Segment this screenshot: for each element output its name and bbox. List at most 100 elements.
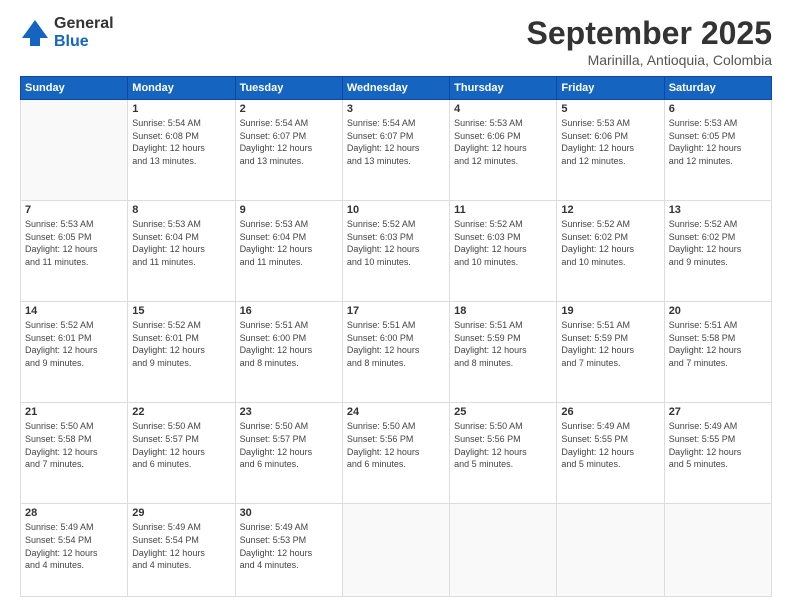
day-info: Sunrise: 5:50 AMSunset: 5:56 PMDaylight:… [347, 420, 445, 470]
col-header-tuesday: Tuesday [235, 77, 342, 100]
calendar-day-cell: 8 Sunrise: 5:53 AMSunset: 6:04 PMDaylight… [128, 201, 235, 302]
day-info: Sunrise: 5:51 AMSunset: 5:59 PMDaylight:… [454, 319, 552, 369]
day-info: Sunrise: 5:49 AMSunset: 5:54 PMDaylight:… [25, 521, 123, 571]
day-info: Sunrise: 5:51 AMSunset: 5:59 PMDaylight:… [561, 319, 659, 369]
calendar-day-cell: 29 Sunrise: 5:49 AMSunset: 5:54 PMDayligh… [128, 504, 235, 597]
day-number: 17 [347, 305, 445, 317]
day-number: 8 [132, 204, 230, 216]
day-number: 20 [669, 305, 767, 317]
day-info: Sunrise: 5:49 AMSunset: 5:53 PMDaylight:… [240, 521, 338, 571]
day-number: 10 [347, 204, 445, 216]
logo-icon [20, 18, 50, 48]
calendar-day-cell: 4 Sunrise: 5:53 AMSunset: 6:06 PMDaylight… [450, 100, 557, 201]
calendar-day-cell: 5 Sunrise: 5:53 AMSunset: 6:06 PMDaylight… [557, 100, 664, 201]
calendar-header-row: SundayMondayTuesdayWednesdayThursdayFrid… [21, 77, 772, 100]
calendar-day-cell: 30 Sunrise: 5:49 AMSunset: 5:53 PMDayligh… [235, 504, 342, 597]
calendar-week-row: 28 Sunrise: 5:49 AMSunset: 5:54 PMDayligh… [21, 504, 772, 597]
day-number: 16 [240, 305, 338, 317]
calendar-day-cell: 25 Sunrise: 5:50 AMSunset: 5:56 PMDayligh… [450, 403, 557, 504]
day-info: Sunrise: 5:50 AMSunset: 5:57 PMDaylight:… [240, 420, 338, 470]
page: General Blue September 2025 Marinilla, A… [0, 0, 792, 612]
day-number: 11 [454, 204, 552, 216]
day-info: Sunrise: 5:49 AMSunset: 5:54 PMDaylight:… [132, 521, 230, 571]
day-number: 5 [561, 103, 659, 115]
calendar-day-cell: 27 Sunrise: 5:49 AMSunset: 5:55 PMDayligh… [664, 403, 771, 504]
day-number: 19 [561, 305, 659, 317]
day-info: Sunrise: 5:51 AMSunset: 6:00 PMDaylight:… [240, 319, 338, 369]
day-info: Sunrise: 5:50 AMSunset: 5:56 PMDaylight:… [454, 420, 552, 470]
day-number: 6 [669, 103, 767, 115]
day-number: 24 [347, 406, 445, 418]
day-info: Sunrise: 5:53 AMSunset: 6:04 PMDaylight:… [240, 218, 338, 268]
logo: General Blue [20, 15, 114, 50]
day-info: Sunrise: 5:49 AMSunset: 5:55 PMDaylight:… [561, 420, 659, 470]
day-info: Sunrise: 5:52 AMSunset: 6:02 PMDaylight:… [669, 218, 767, 268]
calendar-day-cell: 10Sunrise: 5:52 AMSunset: 6:03 PMDayligh… [342, 201, 449, 302]
day-number: 25 [454, 406, 552, 418]
calendar-day-cell: 12Sunrise: 5:52 AMSunset: 6:02 PMDayligh… [557, 201, 664, 302]
col-header-saturday: Saturday [664, 77, 771, 100]
day-number: 2 [240, 103, 338, 115]
day-number: 7 [25, 204, 123, 216]
location-subtitle: Marinilla, Antioquia, Colombia [527, 52, 772, 68]
day-number: 23 [240, 406, 338, 418]
day-info: Sunrise: 5:49 AMSunset: 5:55 PMDaylight:… [669, 420, 767, 470]
calendar-day-cell [557, 504, 664, 597]
calendar-day-cell: 28 Sunrise: 5:49 AMSunset: 5:54 PMDayligh… [21, 504, 128, 597]
calendar-day-cell: 11 Sunrise: 5:52 AMSunset: 6:03 PMDayligh… [450, 201, 557, 302]
day-info: Sunrise: 5:51 AMSunset: 6:00 PMDaylight:… [347, 319, 445, 369]
calendar-day-cell: 22 Sunrise: 5:50 AMSunset: 5:57 PMDayligh… [128, 403, 235, 504]
day-number: 30 [240, 507, 338, 519]
calendar-day-cell [664, 504, 771, 597]
day-number: 4 [454, 103, 552, 115]
calendar-day-cell: 15Sunrise: 5:52 AMSunset: 6:01 PMDayligh… [128, 302, 235, 403]
col-header-thursday: Thursday [450, 77, 557, 100]
calendar-table: SundayMondayTuesdayWednesdayThursdayFrid… [20, 76, 772, 597]
day-info: Sunrise: 5:54 AMSunset: 6:07 PMDaylight:… [240, 117, 338, 167]
col-header-sunday: Sunday [21, 77, 128, 100]
calendar-day-cell: 3Sunrise: 5:54 AMSunset: 6:07 PMDaylight… [342, 100, 449, 201]
calendar-day-cell: 17 Sunrise: 5:51 AMSunset: 6:00 PMDayligh… [342, 302, 449, 403]
day-info: Sunrise: 5:53 AMSunset: 6:06 PMDaylight:… [561, 117, 659, 167]
day-number: 21 [25, 406, 123, 418]
calendar-day-cell: 9Sunrise: 5:53 AMSunset: 6:04 PMDaylight… [235, 201, 342, 302]
calendar-day-cell [342, 504, 449, 597]
calendar-day-cell: 14Sunrise: 5:52 AMSunset: 6:01 PMDayligh… [21, 302, 128, 403]
day-info: Sunrise: 5:53 AMSunset: 6:05 PMDaylight:… [669, 117, 767, 167]
col-header-wednesday: Wednesday [342, 77, 449, 100]
day-info: Sunrise: 5:52 AMSunset: 6:02 PMDaylight:… [561, 218, 659, 268]
header: General Blue September 2025 Marinilla, A… [20, 15, 772, 68]
day-number: 28 [25, 507, 123, 519]
calendar-day-cell: 21 Sunrise: 5:50 AMSunset: 5:58 PMDayligh… [21, 403, 128, 504]
day-number: 3 [347, 103, 445, 115]
calendar-week-row: 7Sunrise: 5:53 AMSunset: 6:05 PMDaylight… [21, 201, 772, 302]
day-number: 22 [132, 406, 230, 418]
calendar-day-cell: 20Sunrise: 5:51 AMSunset: 5:58 PMDayligh… [664, 302, 771, 403]
day-info: Sunrise: 5:50 AMSunset: 5:57 PMDaylight:… [132, 420, 230, 470]
calendar-day-cell: 23 Sunrise: 5:50 AMSunset: 5:57 PMDayligh… [235, 403, 342, 504]
logo-blue-text: Blue [54, 33, 114, 51]
calendar-day-cell: 1Sunrise: 5:54 AMSunset: 6:08 PMDaylight… [128, 100, 235, 201]
day-number: 26 [561, 406, 659, 418]
calendar-day-cell: 24 Sunrise: 5:50 AMSunset: 5:56 PMDayligh… [342, 403, 449, 504]
day-number: 13 [669, 204, 767, 216]
calendar-day-cell: 2 Sunrise: 5:54 AMSunset: 6:07 PMDaylight… [235, 100, 342, 201]
day-number: 27 [669, 406, 767, 418]
day-info: Sunrise: 5:53 AMSunset: 6:04 PMDaylight:… [132, 218, 230, 268]
day-info: Sunrise: 5:52 AMSunset: 6:03 PMDaylight:… [454, 218, 552, 268]
day-info: Sunrise: 5:53 AMSunset: 6:06 PMDaylight:… [454, 117, 552, 167]
calendar-day-cell: 7Sunrise: 5:53 AMSunset: 6:05 PMDaylight… [21, 201, 128, 302]
calendar-week-row: 21 Sunrise: 5:50 AMSunset: 5:58 PMDayligh… [21, 403, 772, 504]
day-info: Sunrise: 5:50 AMSunset: 5:58 PMDaylight:… [25, 420, 123, 470]
day-number: 14 [25, 305, 123, 317]
calendar-week-row: 1Sunrise: 5:54 AMSunset: 6:08 PMDaylight… [21, 100, 772, 201]
col-header-monday: Monday [128, 77, 235, 100]
day-info: Sunrise: 5:52 AMSunset: 6:01 PMDaylight:… [132, 319, 230, 369]
day-number: 1 [132, 103, 230, 115]
month-title: September 2025 [527, 15, 772, 52]
col-header-friday: Friday [557, 77, 664, 100]
logo-general-text: General [54, 15, 114, 33]
calendar-day-cell: 18Sunrise: 5:51 AMSunset: 5:59 PMDayligh… [450, 302, 557, 403]
day-number: 29 [132, 507, 230, 519]
title-block: September 2025 Marinilla, Antioquia, Col… [527, 15, 772, 68]
